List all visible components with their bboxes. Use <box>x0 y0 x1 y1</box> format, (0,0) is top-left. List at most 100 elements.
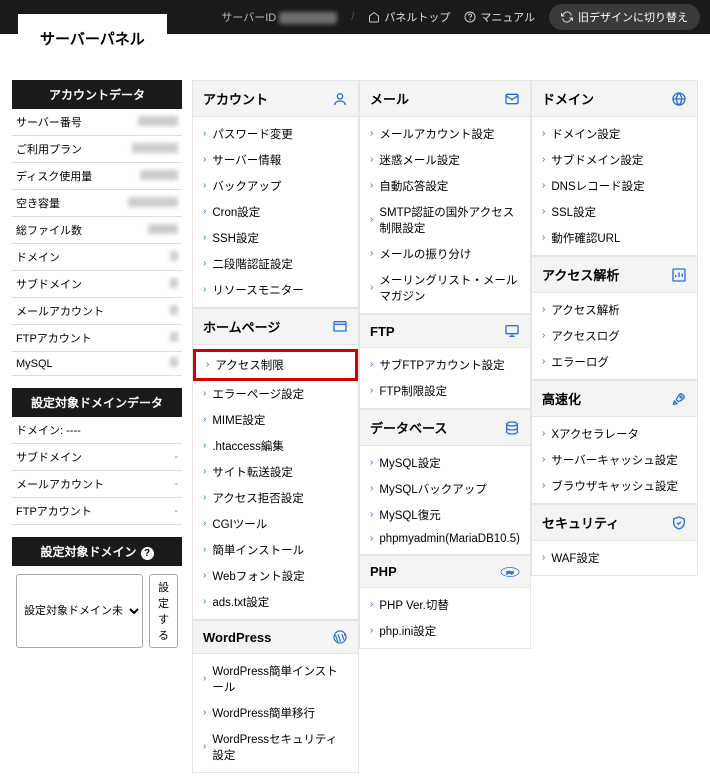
monitor-icon <box>504 323 520 339</box>
menu-item-label: バックアップ <box>212 178 281 194</box>
menu-item-mail-0[interactable]: ›メールアカウント設定 <box>360 121 530 147</box>
menu-item-domain-2[interactable]: ›DNSレコード設定 <box>532 173 697 199</box>
chevron-right-icon: › <box>203 129 206 139</box>
menu-item-database-2[interactable]: ›MySQL復元 <box>360 502 530 528</box>
card-analytics: アクセス解析 ›アクセス解析›アクセスログ›エラーログ <box>531 256 698 380</box>
menu-item-label: サーバー情報 <box>212 152 281 168</box>
menu-item-speed-1[interactable]: ›サーバーキャッシュ設定 <box>532 447 697 473</box>
menu-item-label: SMTP認証の国外アクセス制限設定 <box>379 204 520 236</box>
menu-item-analytics-0[interactable]: ›アクセス解析 <box>532 297 697 323</box>
menu-item-database-1[interactable]: ›MySQLバックアップ <box>360 476 530 502</box>
account-data-title: アカウントデータ <box>12 80 182 109</box>
menu-item-account-3[interactable]: ›Cron設定 <box>193 199 358 225</box>
menu-item-php-0[interactable]: ›PHP Ver.切替 <box>360 592 530 618</box>
set-button[interactable]: 設定する <box>149 574 178 648</box>
menu-item-database-3[interactable]: ›phpmyadmin(MariaDB10.5) <box>360 528 530 550</box>
target-domain-block: 設定対象ドメイン? 設定対象ドメイン未 設定する <box>12 537 182 656</box>
menu-item-label: アクセス解析 <box>551 302 619 318</box>
switch-design-button[interactable]: 旧デザインに切り替え <box>549 4 700 30</box>
chevron-right-icon: › <box>542 481 545 491</box>
menu-item-homepage-7[interactable]: ›簡単インストール <box>193 537 358 563</box>
chevron-right-icon: › <box>370 360 373 370</box>
target-domain-select[interactable]: 設定対象ドメイン未 <box>16 574 143 648</box>
menu-item-account-6[interactable]: ›リソースモニター <box>193 277 358 303</box>
menu-item-homepage-8[interactable]: ›Webフォント設定 <box>193 563 358 589</box>
menu-item-homepage-5[interactable]: ›アクセス拒否設定 <box>193 485 358 511</box>
menu-item-account-2[interactable]: ›バックアップ <box>193 173 358 199</box>
account-row-key: ドメイン <box>12 244 118 271</box>
menu-item-label: パスワード変更 <box>212 126 293 142</box>
menu-item-label: 動作確認URL <box>551 230 620 246</box>
menu-item-ftp-1[interactable]: ›FTP制限設定 <box>360 378 530 404</box>
chevron-right-icon: › <box>203 674 206 684</box>
menu-item-php-1[interactable]: › php.ini設定 <box>360 618 530 644</box>
account-row-val <box>118 244 182 271</box>
manual-link[interactable]: マニュアル <box>464 9 535 25</box>
menu-item-account-5[interactable]: ›二段階認証設定 <box>193 251 358 277</box>
menu-item-domain-3[interactable]: ›SSL設定 <box>532 199 697 225</box>
help-icon <box>464 11 476 23</box>
panel-top-link[interactable]: パネルトップ <box>368 9 450 25</box>
menu-item-security-0[interactable]: ›WAF設定 <box>532 545 697 571</box>
menu-item-label: WordPress簡単移行 <box>212 705 315 721</box>
menu-item-label: サブFTPアカウント設定 <box>379 357 504 373</box>
domain-row-key: メールアカウント <box>12 471 164 498</box>
chevron-right-icon: › <box>203 207 206 217</box>
card-account: アカウント ›パスワード変更›サーバー情報›バックアップ›Cron設定›SSH設… <box>192 80 359 308</box>
menu-item-homepage-3[interactable]: ›.htaccess編集 <box>193 433 358 459</box>
card-mail: メール ›メールアカウント設定›迷惑メール設定›自動応答設定›SMTP認証の国外… <box>359 80 531 314</box>
menu-item-domain-1[interactable]: ›サブドメイン設定 <box>532 147 697 173</box>
menu-item-speed-2[interactable]: › ブラウザキャッシュ設定 <box>532 473 697 499</box>
menu-item-domain-4[interactable]: ›動作確認URL <box>532 225 697 251</box>
menu-item-label: SSH設定 <box>212 230 259 246</box>
menu-item-homepage-4[interactable]: ›サイト転送設定 <box>193 459 358 485</box>
menu-item-wordpress-2[interactable]: ›WordPressセキュリティ設定 <box>193 726 358 768</box>
menu-item-mail-3[interactable]: ›SMTP認証の国外アクセス制限設定 <box>360 199 530 241</box>
menu-item-speed-0[interactable]: ›Xアクセラレータ <box>532 421 697 447</box>
menu-item-label: 迷惑メール設定 <box>379 152 460 168</box>
card-domain: ドメイン ›ドメイン設定›サブドメイン設定›DNSレコード設定›SSL設定›動作… <box>531 80 698 256</box>
menu-item-mail-5[interactable]: ›メーリングリスト・メールマガジン <box>360 267 530 309</box>
menu-item-label: アクセス制限 <box>215 357 283 373</box>
menu-item-label: MySQL復元 <box>379 507 440 523</box>
chevron-right-icon: › <box>370 626 373 636</box>
chevron-right-icon: › <box>203 519 206 529</box>
menu-item-label: ブラウザキャッシュ設定 <box>551 478 678 494</box>
menu-item-account-1[interactable]: › サーバー情報 <box>193 147 358 173</box>
help-icon[interactable]: ? <box>141 547 154 560</box>
menu-item-mail-1[interactable]: › 迷惑メール設定 <box>360 147 530 173</box>
domain-row-val: - <box>164 498 182 525</box>
menu-item-homepage-0[interactable]: › アクセス制限 <box>193 349 358 381</box>
menu-item-database-0[interactable]: ›MySQL設定 <box>360 450 530 476</box>
chevron-right-icon: › <box>203 155 206 165</box>
menu-item-domain-0[interactable]: ›ドメイン設定 <box>532 121 697 147</box>
domain-row-key: FTPアカウント <box>12 498 164 525</box>
chevron-right-icon: › <box>542 455 545 465</box>
svg-text:php: php <box>506 569 514 574</box>
menu-item-label: php.ini設定 <box>379 623 436 639</box>
chevron-right-icon: › <box>206 360 209 370</box>
domain-data-block: 設定対象ドメインデータ ドメイン: ---- サブドメイン-メールアカウント-F… <box>12 388 182 525</box>
menu-item-label: 自動応答設定 <box>379 178 448 194</box>
card-ftp: FTP ›サブFTPアカウント設定›FTP制限設定 <box>359 314 531 409</box>
menu-item-account-0[interactable]: › パスワード変更 <box>193 121 358 147</box>
menu-item-mail-4[interactable]: ›メールの振り分け <box>360 241 530 267</box>
menu-item-analytics-1[interactable]: ›アクセスログ <box>532 323 697 349</box>
menu-item-homepage-6[interactable]: ›CGIツール <box>193 511 358 537</box>
menu-item-homepage-9[interactable]: ›ads.txt設定 <box>193 589 358 615</box>
account-row-key: 空き容量 <box>12 190 118 217</box>
window-icon <box>332 319 348 335</box>
menu-item-analytics-2[interactable]: ›エラーログ <box>532 349 697 375</box>
menu-item-account-4[interactable]: ›SSH設定 <box>193 225 358 251</box>
menu-item-homepage-2[interactable]: ›MIME設定 <box>193 407 358 433</box>
menu-item-mail-2[interactable]: ›自動応答設定 <box>360 173 530 199</box>
menu-item-label: WordPressセキュリティ設定 <box>212 731 348 763</box>
menu-item-wordpress-1[interactable]: ›WordPress簡単移行 <box>193 700 358 726</box>
menu-item-ftp-0[interactable]: › サブFTPアカウント設定 <box>360 352 530 378</box>
menu-item-wordpress-0[interactable]: ›WordPress簡単インストール <box>193 658 358 700</box>
domain-label: ドメイン: ---- <box>12 417 182 444</box>
chevron-right-icon: › <box>370 129 373 139</box>
menu-item-homepage-1[interactable]: ›エラーページ設定 <box>193 381 358 407</box>
chevron-right-icon: › <box>370 155 373 165</box>
user-icon <box>332 91 348 107</box>
